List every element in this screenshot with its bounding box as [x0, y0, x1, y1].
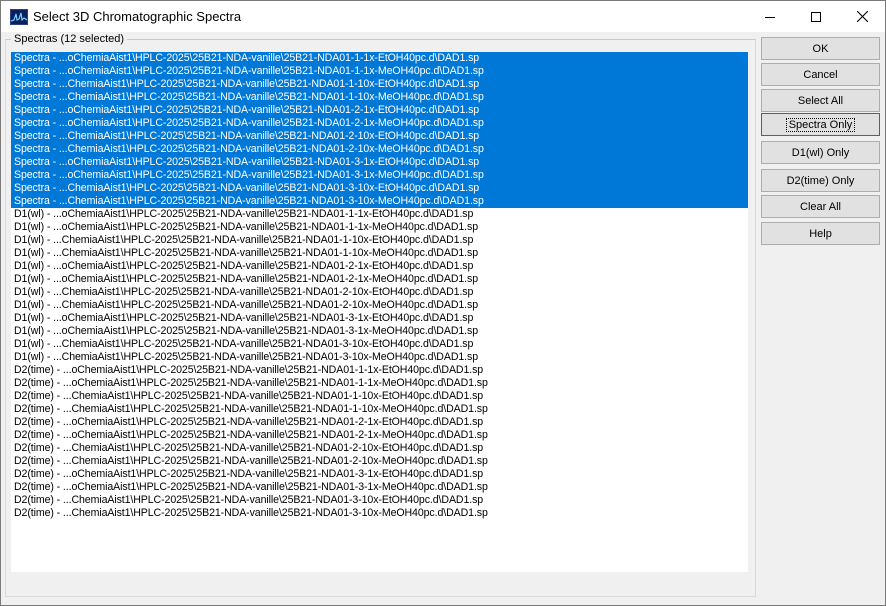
close-button[interactable]: [839, 1, 885, 32]
list-item[interactable]: Spectra - ...oChemiaAist1\HPLC-2025\25B2…: [11, 169, 748, 182]
ok-button-label: OK: [812, 42, 829, 55]
cancel-button-label: Cancel: [803, 68, 838, 81]
list-item[interactable]: D2(time) - ...ChemiaAist1\HPLC-2025\25B2…: [11, 403, 748, 416]
spectra-listbox[interactable]: Spectra - ...oChemiaAist1\HPLC-2025\25B2…: [11, 52, 748, 572]
list-item[interactable]: D1(wl) - ...oChemiaAist1\HPLC-2025\25B21…: [11, 221, 748, 234]
list-item[interactable]: Spectra - ...ChemiaAist1\HPLC-2025\25B21…: [11, 195, 748, 208]
list-item[interactable]: Spectra - ...ChemiaAist1\HPLC-2025\25B21…: [11, 78, 748, 91]
list-item[interactable]: Spectra - ...ChemiaAist1\HPLC-2025\25B21…: [11, 130, 748, 143]
list-item[interactable]: Spectra - ...oChemiaAist1\HPLC-2025\25B2…: [11, 104, 748, 117]
list-item[interactable]: D2(time) - ...oChemiaAist1\HPLC-2025\25B…: [11, 377, 748, 390]
close-icon: [856, 11, 868, 22]
title-bar[interactable]: Select 3D Chromatographic Spectra: [1, 1, 885, 32]
list-item[interactable]: D2(time) - ...oChemiaAist1\HPLC-2025\25B…: [11, 416, 748, 429]
list-item[interactable]: D2(time) - ...ChemiaAist1\HPLC-2025\25B2…: [11, 390, 748, 403]
list-item[interactable]: D2(time) - ...oChemiaAist1\HPLC-2025\25B…: [11, 468, 748, 481]
list-item[interactable]: D2(time) - ...oChemiaAist1\HPLC-2025\25B…: [11, 364, 748, 377]
list-item[interactable]: D2(time) - ...ChemiaAist1\HPLC-2025\25B2…: [11, 455, 748, 468]
list-item[interactable]: D1(wl) - ...ChemiaAist1\HPLC-2025\25B21-…: [11, 338, 748, 351]
ok-button[interactable]: OK: [761, 37, 880, 60]
clear-all-button[interactable]: Clear All: [761, 195, 880, 218]
list-item[interactable]: D2(time) - ...ChemiaAist1\HPLC-2025\25B2…: [11, 494, 748, 507]
list-item[interactable]: D2(time) - ...oChemiaAist1\HPLC-2025\25B…: [11, 429, 748, 442]
d2-only-button[interactable]: D2(time) Only: [761, 169, 880, 192]
d1-only-button-label: D1(wl) Only: [791, 146, 850, 159]
list-item[interactable]: D1(wl) - ...oChemiaAist1\HPLC-2025\25B21…: [11, 312, 748, 325]
list-item[interactable]: Spectra - ...oChemiaAist1\HPLC-2025\25B2…: [11, 156, 748, 169]
list-item[interactable]: Spectra - ...ChemiaAist1\HPLC-2025\25B21…: [11, 182, 748, 195]
list-item[interactable]: Spectra - ...oChemiaAist1\HPLC-2025\25B2…: [11, 65, 748, 78]
maximize-icon: [811, 11, 821, 22]
list-item[interactable]: Spectra - ...oChemiaAist1\HPLC-2025\25B2…: [11, 117, 748, 130]
list-item[interactable]: D1(wl) - ...oChemiaAist1\HPLC-2025\25B21…: [11, 208, 748, 221]
list-item[interactable]: D1(wl) - ...ChemiaAist1\HPLC-2025\25B21-…: [11, 234, 748, 247]
dialog-window: Select 3D Chromatographic Spectra Spectr…: [0, 0, 886, 606]
list-item[interactable]: D2(time) - ...ChemiaAist1\HPLC-2025\25B2…: [11, 507, 748, 520]
list-item[interactable]: Spectra - ...ChemiaAist1\HPLC-2025\25B21…: [11, 91, 748, 104]
list-item[interactable]: Spectra - ...ChemiaAist1\HPLC-2025\25B21…: [11, 143, 748, 156]
spectra-group-label: Spectras (12 selected): [11, 32, 128, 46]
list-item[interactable]: D1(wl) - ...ChemiaAist1\HPLC-2025\25B21-…: [11, 299, 748, 312]
list-item[interactable]: D2(time) - ...oChemiaAist1\HPLC-2025\25B…: [11, 481, 748, 494]
list-item[interactable]: D1(wl) - ...oChemiaAist1\HPLC-2025\25B21…: [11, 260, 748, 273]
list-item[interactable]: D1(wl) - ...ChemiaAist1\HPLC-2025\25B21-…: [11, 351, 748, 364]
cancel-button[interactable]: Cancel: [761, 63, 880, 86]
minimize-icon: [765, 16, 775, 18]
list-item[interactable]: D1(wl) - ...oChemiaAist1\HPLC-2025\25B21…: [11, 273, 748, 286]
clear-all-button-label: Clear All: [800, 200, 841, 213]
d2-only-button-label: D2(time) Only: [786, 174, 855, 187]
select-all-button-label: Select All: [797, 94, 844, 107]
help-button[interactable]: Help: [761, 222, 880, 245]
list-item[interactable]: D1(wl) - ...ChemiaAist1\HPLC-2025\25B21-…: [11, 247, 748, 260]
window-title: Select 3D Chromatographic Spectra: [33, 9, 242, 24]
list-item[interactable]: Spectra - ...oChemiaAist1\HPLC-2025\25B2…: [11, 52, 748, 65]
d1-only-button[interactable]: D1(wl) Only: [761, 141, 880, 164]
chromatogram-app-icon: [10, 9, 28, 25]
help-button-label: Help: [809, 227, 832, 240]
select-all-button[interactable]: Select All: [761, 89, 880, 112]
minimize-button[interactable]: [747, 1, 793, 32]
spectra-only-button[interactable]: Spectra Only: [761, 113, 880, 136]
spectra-only-button-label: Spectra Only: [785, 117, 856, 132]
list-item[interactable]: D1(wl) - ...oChemiaAist1\HPLC-2025\25B21…: [11, 325, 748, 338]
maximize-button[interactable]: [793, 1, 839, 32]
list-item[interactable]: D1(wl) - ...ChemiaAist1\HPLC-2025\25B21-…: [11, 286, 748, 299]
list-item[interactable]: D2(time) - ...ChemiaAist1\HPLC-2025\25B2…: [11, 442, 748, 455]
